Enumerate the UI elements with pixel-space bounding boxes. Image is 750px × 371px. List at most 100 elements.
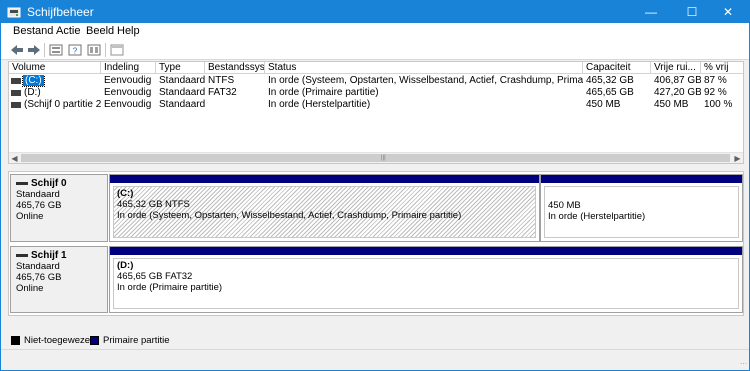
horizontal-scrollbar[interactable]: ◀ ||| ▶ <box>9 152 743 163</box>
column-header-type[interactable]: Type <box>156 62 205 74</box>
disk-type: Standaard <box>16 189 60 200</box>
partition-recovery-body: 450 MB In orde (Herstelpartitie) <box>544 186 739 238</box>
column-header-percent-vrij[interactable]: % vrij <box>701 62 743 74</box>
title-bar[interactable]: Schijfbeheer — ☐ ✕ <box>1 1 749 23</box>
disk-status: Online <box>16 211 44 222</box>
table-row[interactable]: (C:) Eenvoudig Standaard NTFS In orde (S… <box>9 75 743 87</box>
cell-type: Standaard <box>159 99 205 110</box>
table-row[interactable]: (Schijf 0 partitie 2) Eenvoudig Standaar… <box>9 99 743 111</box>
column-header-capaciteit[interactable]: Capaciteit <box>583 62 651 74</box>
cell-bestandssysteem: FAT32 <box>208 87 237 98</box>
console-icon[interactable] <box>109 42 125 58</box>
partition-status: In orde (Systeem, Opstarten, Wisselbesta… <box>117 210 462 221</box>
column-header-volume[interactable]: Volume <box>9 62 101 74</box>
legend-swatch-primary <box>90 336 99 345</box>
toolbar: ? <box>1 40 749 60</box>
column-header-status[interactable]: Status <box>265 62 583 74</box>
status-bar: ⋯ <box>1 349 749 370</box>
table-row[interactable]: (D:) Eenvoudig Standaard FAT32 In orde (… <box>9 87 743 99</box>
disk-0-label[interactable]: Schijf 0 Standaard 465,76 GB Online <box>10 174 108 242</box>
disk-graphical-view[interactable]: Schijf 0 Standaard 465,76 GB Online (C:)… <box>8 171 744 316</box>
partition-recovery[interactable]: 450 MB In orde (Herstelpartitie) <box>540 174 743 242</box>
disk-list-icon[interactable] <box>48 42 64 58</box>
cell-status: In orde (Primaire partitie) <box>268 87 379 98</box>
cell-percent-vrij: 92 % <box>704 87 727 98</box>
help-icon[interactable]: ? <box>67 42 83 58</box>
primary-partition-bar <box>541 175 742 183</box>
primary-partition-bar <box>110 247 742 255</box>
cell-volume: (Schijf 0 partitie 2) <box>24 99 101 110</box>
legend-swatch-unallocated <box>11 336 20 345</box>
scroll-left-arrow-icon[interactable]: ◀ <box>9 153 20 163</box>
cell-percent-vrij: 100 % <box>704 99 733 110</box>
column-header-vrije-ruimte[interactable]: Vrije rui... <box>651 62 701 74</box>
disk-size: 465,76 GB <box>16 200 62 211</box>
cell-indeling: Eenvoudig <box>104 87 152 98</box>
cell-indeling: Eenvoudig <box>104 99 152 110</box>
volume-name-selected: (C:) <box>22 75 45 87</box>
column-header-bestandssysteem[interactable]: Bestandssys... <box>205 62 265 74</box>
cell-vrije-ruimte: 427,20 GB <box>654 87 701 98</box>
disk-name: Schijf 0 <box>31 178 67 189</box>
cell-indeling: Eenvoudig <box>104 75 152 86</box>
toolbar-separator <box>105 43 106 57</box>
drive-icon <box>11 102 21 108</box>
maximize-button[interactable]: ☐ <box>675 1 709 23</box>
menu-bestand[interactable]: Bestand <box>13 25 53 37</box>
disk-1-label[interactable]: Schijf 1 Standaard 465,76 GB Online <box>10 246 108 313</box>
partition-status: In orde (Herstelpartitie) <box>548 211 646 222</box>
menu-bar: Bestand Actie Beeld Help <box>1 23 749 40</box>
drive-icon <box>11 90 21 96</box>
cell-capaciteit: 465,32 GB <box>586 75 634 86</box>
cell-status: In orde (Systeem, Opstarten, Wisselbesta… <box>268 75 583 86</box>
partition-c-body: (C:) 465,32 GB NTFS In orde (Systeem, Op… <box>113 186 536 238</box>
partition-c[interactable]: (C:) 465,32 GB NTFS In orde (Systeem, Op… <box>109 174 540 242</box>
partition-d-body: (D:) 465,65 GB FAT32 In orde (Primaire p… <box>113 258 739 309</box>
legend-label-primary: Primaire partitie <box>103 335 170 346</box>
disk-name: Schijf 1 <box>31 250 67 261</box>
legend-label-unallocated: Niet-toegewezen <box>24 335 96 346</box>
grip-icon: ||| <box>381 155 386 161</box>
partition-size: 450 MB <box>548 200 581 211</box>
disk-status: Online <box>16 283 44 294</box>
cell-status: In orde (Herstelpartitie) <box>268 99 371 110</box>
back-arrow-icon[interactable] <box>9 42 25 58</box>
menu-help[interactable]: Help <box>117 25 140 37</box>
cell-type: Standaard <box>159 75 205 86</box>
cell-bestandssysteem: NTFS <box>208 75 235 86</box>
disk-management-window: Schijfbeheer — ☐ ✕ Bestand Actie Beeld H… <box>0 0 750 371</box>
cell-vrije-ruimte: 406,87 GB <box>654 75 701 86</box>
menu-actie[interactable]: Actie <box>56 25 80 37</box>
toolbar-separator <box>44 43 45 57</box>
column-header-indeling[interactable]: Indeling <box>101 62 156 74</box>
partition-d[interactable]: (D:) 465,65 GB FAT32 In orde (Primaire p… <box>109 246 743 313</box>
partition-size: 465,32 GB NTFS <box>117 199 190 210</box>
close-button[interactable]: ✕ <box>711 1 745 23</box>
cell-bestandssysteem <box>205 99 265 111</box>
cell-percent-vrij: 87 % <box>704 75 727 86</box>
disk-management-icon <box>7 7 21 18</box>
disk-icon <box>16 181 28 185</box>
cell-volume: (D:) <box>24 87 41 98</box>
scrollbar-thumb[interactable]: ||| <box>21 154 730 162</box>
cell-capaciteit: 465,65 GB <box>586 87 634 98</box>
cell-vrije-ruimte: 450 MB <box>654 99 689 110</box>
minimize-button[interactable]: — <box>634 1 668 23</box>
drive-icon <box>11 78 21 84</box>
volume-list[interactable]: Volume Indeling Type Bestandssys... Stat… <box>8 61 744 164</box>
disk-type: Standaard <box>16 261 60 272</box>
scroll-right-arrow-icon[interactable]: ▶ <box>732 153 743 163</box>
menu-beeld[interactable]: Beeld <box>86 25 114 37</box>
svg-text:?: ? <box>73 47 78 56</box>
window-title: Schijfbeheer <box>27 5 94 19</box>
resize-grip-icon[interactable]: ⋯ <box>740 360 747 368</box>
legend: Niet-toegewezen Primaire partitie <box>8 334 744 347</box>
partition-label: (D:) <box>117 260 134 271</box>
partition-label: (C:) <box>117 188 134 199</box>
forward-arrow-icon[interactable] <box>26 42 42 58</box>
partition-status: In orde (Primaire partitie) <box>117 282 223 293</box>
disk-icon <box>16 253 28 257</box>
cell-capaciteit: 450 MB <box>586 99 621 110</box>
primary-partition-bar <box>110 175 539 183</box>
properties-icon[interactable] <box>86 42 102 58</box>
